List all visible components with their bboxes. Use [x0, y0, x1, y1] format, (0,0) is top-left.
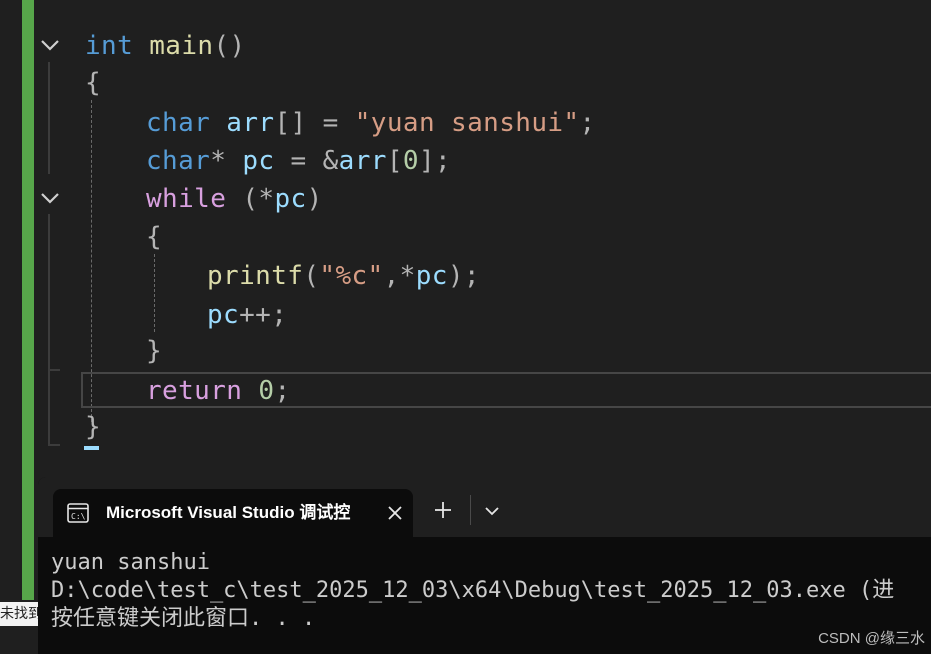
code-token: pc — [242, 146, 275, 176]
code-token: * — [210, 146, 243, 176]
tab-separator — [470, 495, 471, 525]
watermark: CSDN @缘三水 — [818, 630, 925, 647]
code-token: main — [149, 31, 214, 61]
close-icon[interactable] — [383, 501, 407, 525]
code-token: return — [146, 376, 243, 406]
outline-tick — [48, 369, 60, 371]
code-token: ( — [303, 261, 320, 291]
code-token: () — [213, 31, 246, 61]
code-line[interactable]: { — [146, 218, 162, 256]
change-tracking-bar — [22, 0, 34, 600]
tab-title: Microsoft Visual Studio 调试控 — [106, 503, 351, 522]
code-token: pc — [207, 300, 240, 330]
collapse-chevron-icon[interactable] — [40, 191, 60, 205]
svg-text:C:\: C:\ — [71, 512, 86, 521]
chevron-down-icon[interactable] — [481, 501, 503, 521]
code-line[interactable]: } — [85, 408, 101, 446]
code-token: [] = — [274, 108, 355, 138]
code-token: 0 — [402, 146, 419, 176]
code-token: ) — [306, 184, 323, 214]
code-token: printf — [207, 261, 304, 291]
debug-console-window[interactable]: C:\ Microsoft Visual Studio 调试控 yuan san… — [38, 477, 931, 654]
code-token: char — [146, 146, 211, 176]
code-line[interactable]: printf("%c",*pc); — [207, 257, 480, 295]
code-token: { — [85, 68, 102, 98]
outline-tick — [48, 444, 60, 446]
code-token: [ — [386, 146, 403, 176]
code-token: } — [146, 336, 163, 366]
code-token: arr — [226, 108, 275, 138]
code-token: pc — [274, 184, 307, 214]
code-token: while — [146, 184, 227, 214]
code-line[interactable]: return 0; — [146, 372, 291, 410]
outline-line — [48, 214, 50, 446]
code-token: "%c" — [319, 261, 384, 291]
text-caret — [84, 446, 99, 450]
code-token: ; — [274, 376, 291, 406]
code-token: { — [146, 222, 163, 252]
code-token: ; — [579, 108, 596, 138]
code-line[interactable]: char arr[] = "yuan sanshui"; — [146, 104, 596, 142]
code-token: arr — [338, 146, 387, 176]
code-token: ++; — [239, 300, 288, 330]
status-label: 未找到 — [0, 602, 38, 626]
code-token: } — [85, 412, 102, 442]
code-token: = & — [274, 146, 339, 176]
indent-guide — [154, 254, 155, 332]
code-token: "yuan sanshui" — [354, 108, 580, 138]
code-token: ,* — [383, 261, 416, 291]
console-output-line: yuan sanshui — [51, 550, 210, 575]
code-line[interactable]: { — [85, 64, 101, 102]
code-line[interactable]: int main() — [85, 27, 246, 65]
code-line[interactable]: while (*pc) — [146, 180, 323, 218]
code-token: char — [146, 108, 211, 138]
outline-line — [48, 62, 50, 174]
tab-strip: C:\ Microsoft Visual Studio 调试控 — [38, 477, 931, 537]
code-token: 0 — [258, 376, 275, 406]
code-line[interactable]: } — [146, 332, 162, 370]
code-token: ]; — [418, 146, 452, 176]
terminal-icon: C:\ — [67, 502, 89, 524]
code-token: int — [85, 31, 134, 61]
code-line[interactable]: pc++; — [207, 296, 287, 334]
code-token: (* — [226, 184, 275, 214]
collapse-chevron-icon[interactable] — [40, 38, 60, 52]
code-line[interactable]: char* pc = &arr[0]; — [146, 142, 451, 180]
plus-icon[interactable] — [430, 497, 456, 523]
code-token: pc — [415, 261, 448, 291]
console-output-line: 按任意键关闭此窗口. . . — [51, 606, 316, 631]
tab-debug-console[interactable]: C:\ Microsoft Visual Studio 调试控 — [53, 489, 413, 537]
console-output-line: D:\code\test_c\test_2025_12_03\x64\Debug… — [51, 578, 895, 603]
code-token: ); — [447, 261, 480, 291]
